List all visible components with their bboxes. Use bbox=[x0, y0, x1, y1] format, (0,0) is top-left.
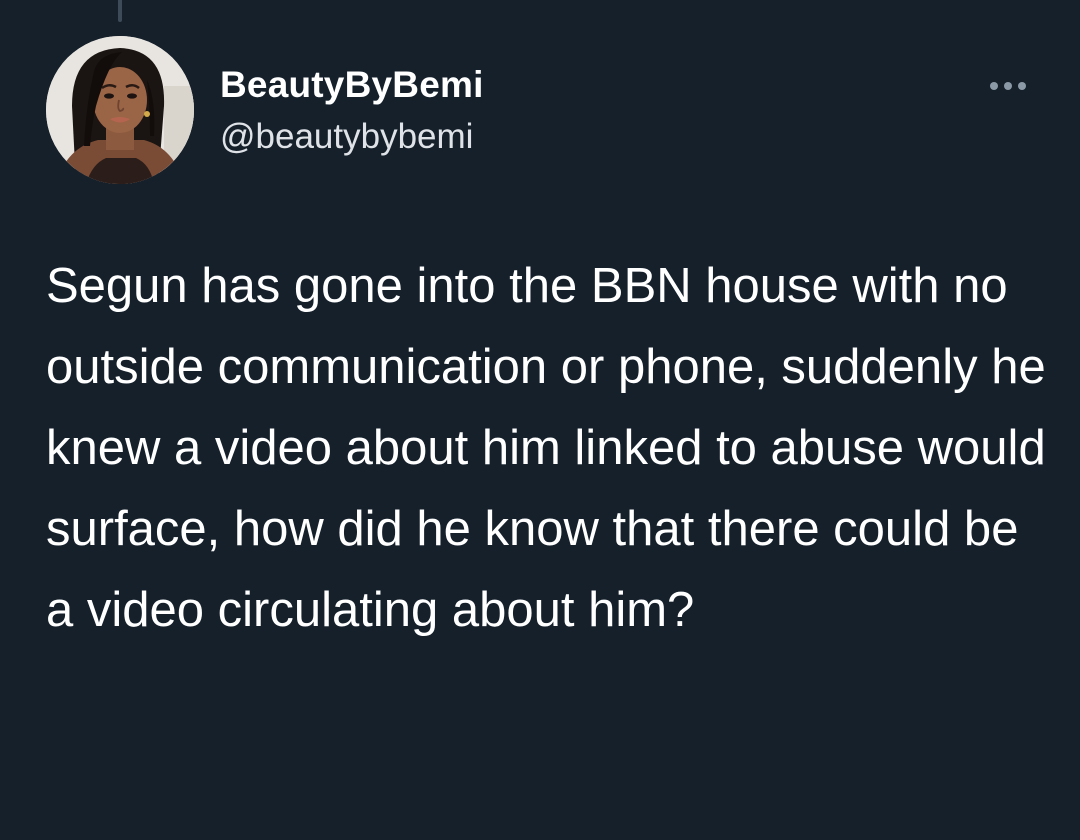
thread-connector-line bbox=[118, 0, 122, 22]
more-options-icon bbox=[1004, 82, 1012, 90]
tweet-view: BeautyByBemi @beautybybemi Segun has gon… bbox=[0, 0, 1080, 840]
author-display-name[interactable]: BeautyByBemi bbox=[220, 64, 484, 106]
tweet-text: Segun has gone into the BBN house with n… bbox=[46, 259, 1046, 637]
author-handle[interactable]: @beautybybemi bbox=[220, 117, 473, 157]
more-options-icon bbox=[1018, 82, 1026, 90]
more-options-icon bbox=[990, 82, 998, 90]
avatar-photo-icon bbox=[46, 36, 194, 184]
author-avatar[interactable] bbox=[46, 36, 194, 184]
more-options-button[interactable] bbox=[982, 68, 1034, 104]
